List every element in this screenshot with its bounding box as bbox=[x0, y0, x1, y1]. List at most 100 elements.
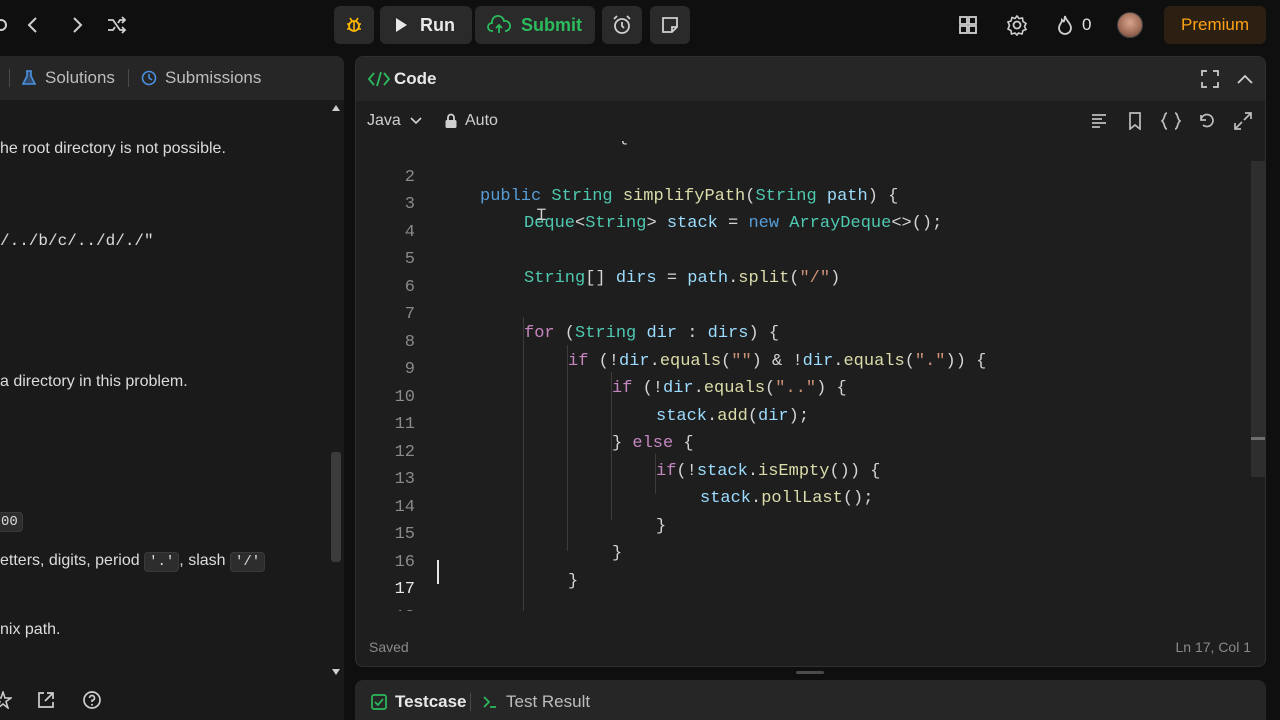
tab-submissions-label: Submissions bbox=[165, 68, 262, 87]
flask-icon bbox=[21, 70, 37, 85]
auto-label: Auto bbox=[465, 112, 498, 129]
example-input-text: /../b/c/../d/./" bbox=[0, 232, 154, 250]
text-cursor bbox=[437, 560, 439, 584]
code-line: 13 stack.pollLast(); bbox=[394, 470, 874, 508]
format-lines-icon[interactable] bbox=[1087, 109, 1111, 133]
lock-icon bbox=[445, 113, 457, 128]
auto-mode-toggle[interactable]: Auto bbox=[444, 112, 498, 130]
tab-testcase[interactable]: Testcase bbox=[371, 692, 467, 712]
constraint-text: 00 bbox=[0, 512, 23, 532]
code-header: Code bbox=[356, 57, 1265, 101]
collapse-chevron-icon[interactable] bbox=[1237, 74, 1253, 84]
tab-divider bbox=[128, 69, 129, 87]
code-line: 6 bbox=[404, 278, 415, 297]
reset-code-icon[interactable] bbox=[1195, 109, 1219, 133]
code-line: 14 } bbox=[394, 498, 667, 536]
panel-title: Code bbox=[394, 69, 437, 88]
submit-button[interactable]: Submit bbox=[475, 6, 595, 44]
next-problem-icon[interactable] bbox=[62, 10, 92, 40]
premium-button[interactable]: Premium bbox=[1164, 6, 1266, 44]
tab-divider bbox=[470, 693, 471, 711]
scroll-thumb[interactable] bbox=[331, 452, 341, 562]
code-line: 5 String[] dirs = path.split("/") bbox=[404, 250, 841, 288]
code-editor[interactable]: { 2 public String simplifyPath(String pa… bbox=[356, 141, 1251, 611]
debug-button[interactable] bbox=[334, 6, 374, 44]
bookmark-icon[interactable] bbox=[1123, 109, 1147, 133]
left-tab-bar: Solutions Submissions bbox=[0, 56, 344, 100]
tab-solutions-label: Solutions bbox=[45, 68, 115, 87]
settings-gear-icon[interactable] bbox=[1002, 10, 1032, 40]
editor-tools bbox=[1087, 109, 1255, 133]
code-line: 10 stack.add(dir); bbox=[394, 388, 810, 426]
problem-description-panel: Solutions Submissions he root directory … bbox=[0, 56, 344, 720]
code-brackets-icon bbox=[368, 71, 390, 87]
star-icon[interactable] bbox=[0, 691, 12, 709]
maximize-icon[interactable] bbox=[1201, 70, 1219, 88]
code-line: 7 for (String dir : dirs) { bbox=[404, 305, 780, 343]
run-button[interactable]: Run bbox=[380, 6, 472, 44]
panel-edge-icon[interactable] bbox=[0, 10, 16, 40]
code-line: 8 if (!dir.equals("") & !dir.equals(".")… bbox=[404, 333, 987, 371]
code-line: 12 if(!stack.isEmpty()) { bbox=[394, 443, 881, 481]
editor-toolbar: Java Auto bbox=[356, 101, 1265, 141]
slash-code: '/' bbox=[230, 552, 266, 572]
chevron-down-icon bbox=[410, 117, 422, 125]
curly-braces-icon[interactable] bbox=[1159, 109, 1183, 133]
console-panel: Testcase Test Result bbox=[355, 680, 1266, 720]
description-text: a directory in this problem. bbox=[0, 373, 188, 390]
editor-scrollbar[interactable] bbox=[1249, 147, 1265, 607]
shuffle-icon[interactable] bbox=[102, 10, 132, 40]
submit-label: Submit bbox=[521, 14, 582, 35]
code-line: 11 } else { bbox=[394, 415, 694, 453]
scroll-up-icon[interactable] bbox=[331, 104, 341, 112]
scroll-down-icon[interactable] bbox=[331, 668, 341, 676]
layout-icon[interactable] bbox=[953, 10, 983, 40]
tab-submissions[interactable]: Submissions bbox=[140, 68, 261, 88]
save-status: Saved bbox=[369, 639, 409, 655]
code-editor-panel: Code Java Auto { 2 public Str bbox=[355, 56, 1266, 667]
notes-button[interactable] bbox=[650, 6, 690, 44]
left-footer bbox=[0, 684, 344, 720]
streak-count: 0 bbox=[1082, 15, 1092, 34]
checkbox-icon bbox=[371, 694, 387, 710]
code-line: 16 } bbox=[394, 553, 579, 591]
code-line: 9 if (!dir.equals("..") { bbox=[404, 360, 847, 398]
history-icon bbox=[141, 70, 157, 86]
note-icon bbox=[655, 10, 685, 40]
run-label: Run bbox=[420, 14, 455, 35]
user-avatar[interactable] bbox=[1117, 12, 1143, 38]
resize-handle[interactable] bbox=[796, 671, 824, 674]
fullscreen-icon[interactable] bbox=[1231, 109, 1255, 133]
timer-button[interactable] bbox=[602, 6, 642, 44]
bug-icon bbox=[339, 10, 369, 40]
top-bar: Run Submit 0 Premium bbox=[0, 0, 1280, 50]
help-icon[interactable] bbox=[82, 690, 102, 710]
terminal-icon bbox=[483, 696, 496, 708]
alarm-clock-icon bbox=[607, 10, 637, 40]
play-icon bbox=[396, 18, 407, 32]
tab-solutions[interactable]: Solutions bbox=[20, 68, 115, 88]
prev-problem-icon[interactable] bbox=[18, 10, 48, 40]
mouse-ibeam-icon: Ɪ bbox=[537, 207, 546, 225]
period-code: '.' bbox=[144, 552, 180, 572]
cloud-upload-icon bbox=[487, 15, 511, 33]
tab-test-result-label: Test Result bbox=[506, 692, 591, 711]
language-select[interactable]: Java bbox=[367, 112, 422, 130]
tab-test-result[interactable]: Test Result bbox=[482, 692, 590, 712]
cursor-position: Ln 17, Col 1 bbox=[1175, 639, 1252, 655]
code-line: 18 } bbox=[356, 589, 1251, 611]
language-label: Java bbox=[367, 112, 401, 129]
editor-status-bar: Saved Ln 17, Col 1 bbox=[356, 635, 1265, 666]
code-line: 2 public String simplifyPath(String path… bbox=[404, 168, 899, 206]
constraint-text: etters, digits, period '.', slash '/' bbox=[0, 552, 266, 572]
cursor-position-marker bbox=[1251, 437, 1265, 440]
tab-testcase-label: Testcase bbox=[395, 692, 467, 711]
left-scrollbar[interactable] bbox=[328, 100, 344, 680]
code-line: 3 Deque<String> stack = new ArrayDeque<>… bbox=[404, 195, 943, 233]
scroll-thumb[interactable] bbox=[1251, 161, 1265, 477]
share-icon[interactable] bbox=[36, 690, 56, 710]
streak-fire-icon[interactable] bbox=[1050, 10, 1080, 40]
tab-divider bbox=[9, 69, 10, 87]
constraint-text: nix path. bbox=[0, 621, 61, 638]
code-line: 15 } bbox=[394, 525, 623, 563]
